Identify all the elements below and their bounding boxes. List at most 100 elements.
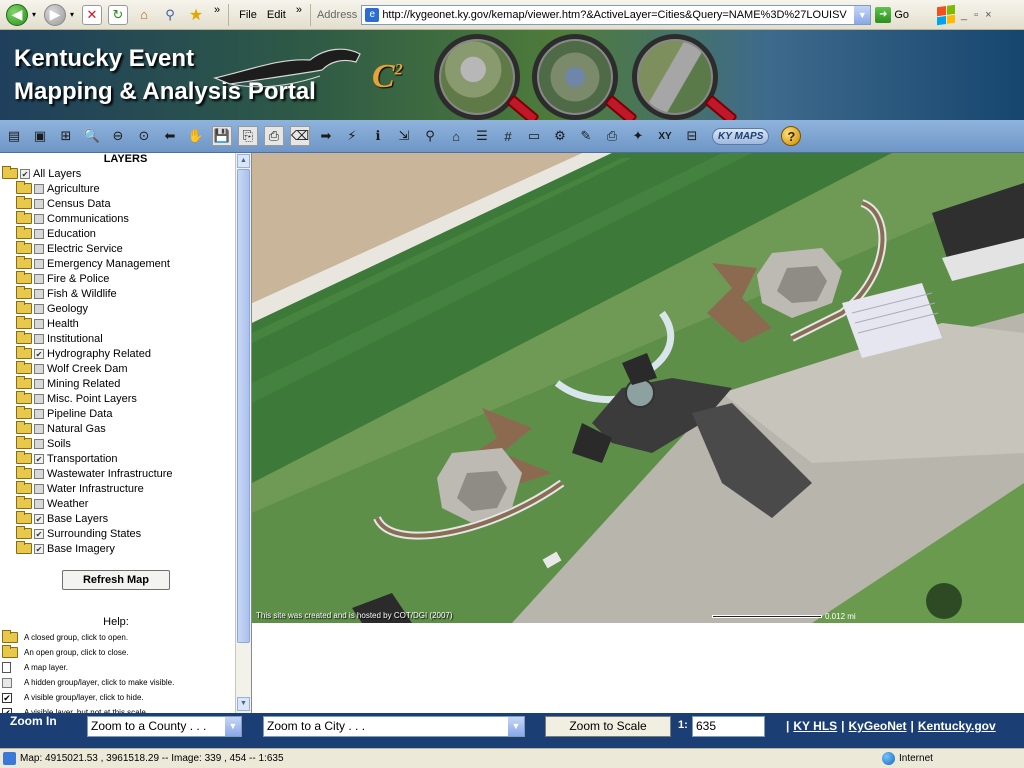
closed-folder-icon[interactable]: [16, 496, 32, 509]
hidden-checkbox[interactable]: [34, 423, 44, 434]
layer-row[interactable]: Electric Service: [0, 241, 173, 256]
visible-checkbox[interactable]: ✔: [34, 348, 44, 359]
layer-list-icon[interactable]: ▤: [4, 126, 24, 146]
closed-folder-icon[interactable]: [16, 256, 32, 269]
closed-folder-icon[interactable]: [16, 526, 32, 539]
favorites-star-icon[interactable]: ★: [186, 5, 206, 25]
hidden-checkbox[interactable]: [34, 393, 44, 404]
hidden-checkbox[interactable]: [34, 228, 44, 239]
refresh-icon[interactable]: ↻: [108, 4, 128, 25]
xy-coordinate-tool[interactable]: XY: [654, 126, 676, 146]
zoom-to-scale-button[interactable]: Zoom to Scale: [545, 716, 671, 737]
zoom-in-icon[interactable]: 🔍: [82, 126, 102, 146]
table-icon[interactable]: ⊟: [682, 126, 702, 146]
scroll-up-icon[interactable]: ▲: [237, 154, 250, 168]
closed-folder-icon[interactable]: [16, 211, 32, 224]
hidden-checkbox[interactable]: [34, 273, 44, 284]
closed-folder-icon[interactable]: [16, 421, 32, 434]
layer-row[interactable]: ✔ Base Imagery: [0, 541, 173, 556]
closed-folder-icon[interactable]: [16, 271, 32, 284]
menu-edit[interactable]: Edit: [267, 9, 286, 21]
visible-checkbox[interactable]: ✔: [20, 168, 30, 179]
scroll-thumb[interactable]: [237, 169, 250, 643]
window-controls[interactable]: _ ▫ ×: [961, 9, 994, 21]
closed-folder-icon[interactable]: [16, 241, 32, 254]
draw-icon[interactable]: ✎: [576, 126, 596, 146]
back-dropdown-icon[interactable]: ▾: [30, 5, 38, 25]
go-button[interactable]: ➜ Go: [875, 6, 909, 23]
ky-maps-button[interactable]: KY MAPS: [712, 127, 770, 145]
layer-row[interactable]: Soils: [0, 436, 173, 451]
zoom-out-icon[interactable]: ⊖: [108, 126, 128, 146]
layer-row[interactable]: Wastewater Infrastructure: [0, 466, 173, 481]
lightning-icon[interactable]: ⚡: [342, 126, 362, 146]
menu-chevron[interactable]: »: [296, 4, 302, 16]
chevron-down-icon[interactable]: ▼: [508, 717, 524, 736]
closed-folder-icon[interactable]: [16, 226, 32, 239]
layer-row[interactable]: Natural Gas: [0, 421, 173, 436]
legend-icon[interactable]: ▣: [30, 126, 50, 146]
print-preview-icon[interactable]: ⎙: [264, 126, 284, 146]
closed-folder-icon[interactable]: [16, 541, 32, 554]
binoculars-icon[interactable]: ⚲: [420, 126, 440, 146]
scroll-down-icon[interactable]: ▼: [237, 697, 250, 711]
layer-row[interactable]: ✔ Surrounding States: [0, 526, 173, 541]
city-select[interactable]: Zoom to a City . . . ▼: [263, 716, 525, 737]
hidden-checkbox[interactable]: [34, 438, 44, 449]
layer-row[interactable]: Misc. Point Layers: [0, 391, 173, 406]
home-icon[interactable]: ⌂: [134, 5, 154, 25]
closed-folder-icon[interactable]: [16, 376, 32, 389]
hidden-checkbox[interactable]: [34, 498, 44, 509]
layer-row[interactable]: Agriculture: [0, 181, 173, 196]
hidden-checkbox[interactable]: [34, 363, 44, 374]
grid-icon[interactable]: #: [498, 126, 518, 146]
hidden-checkbox[interactable]: [34, 318, 44, 329]
hidden-checkbox[interactable]: [34, 198, 44, 209]
layer-row[interactable]: ✔ Transportation: [0, 451, 173, 466]
open-folder-icon[interactable]: [2, 166, 18, 179]
save-icon[interactable]: 💾: [212, 126, 232, 146]
hidden-checkbox[interactable]: [34, 333, 44, 344]
forward-arrow-icon[interactable]: ➡: [316, 126, 336, 146]
closed-folder-icon[interactable]: [16, 196, 32, 209]
scale-input[interactable]: 635: [692, 716, 765, 737]
closed-folder-icon[interactable]: [16, 466, 32, 479]
stop-icon[interactable]: ✕: [82, 4, 102, 25]
layer-row[interactable]: Communications: [0, 211, 173, 226]
layer-row[interactable]: Emergency Management: [0, 256, 173, 271]
county-select[interactable]: Zoom to a County . . . ▼: [87, 716, 242, 737]
closed-folder-icon[interactable]: [16, 481, 32, 494]
forward-arrow-icon[interactable]: ▶: [44, 3, 66, 26]
chevron-down-icon[interactable]: ▼: [225, 717, 241, 736]
overview-icon[interactable]: ▭: [524, 126, 544, 146]
layer-row[interactable]: Pipeline Data: [0, 406, 173, 421]
closed-folder-icon[interactable]: [16, 451, 32, 464]
layer-row[interactable]: Institutional: [0, 331, 173, 346]
layer-row[interactable]: ✔ All Layers: [0, 166, 173, 181]
layer-row[interactable]: ✔ Hydrography Related: [0, 346, 173, 361]
layers-scrollbar[interactable]: ▲ ▼: [235, 153, 251, 713]
layer-row[interactable]: Fish & Wildlife: [0, 286, 173, 301]
closed-folder-icon[interactable]: [16, 286, 32, 299]
layer-row[interactable]: Geology: [0, 301, 173, 316]
back-arrow-icon[interactable]: ⬅: [160, 126, 180, 146]
address-dropdown-icon[interactable]: ▼: [854, 5, 871, 24]
closed-folder-icon[interactable]: [16, 511, 32, 524]
print-icon[interactable]: ⎙: [602, 126, 622, 146]
link-kentucky-gov[interactable]: Kentucky.gov: [918, 719, 996, 733]
zoom-full-icon[interactable]: ⊞: [56, 126, 76, 146]
closed-folder-icon[interactable]: [16, 346, 32, 359]
layer-row[interactable]: Weather: [0, 496, 173, 511]
back-arrow-icon[interactable]: ◀: [6, 3, 28, 26]
address-bar[interactable]: e http://kygeonet.ky.gov/kemap/viewer.ht…: [361, 4, 872, 25]
layer-row[interactable]: ✔ Base Layers: [0, 511, 173, 526]
layer-row[interactable]: Mining Related: [0, 376, 173, 391]
closed-folder-icon[interactable]: [16, 406, 32, 419]
hidden-checkbox[interactable]: [34, 468, 44, 479]
forward-dropdown-icon[interactable]: ▾: [68, 5, 76, 25]
pan-hand-icon[interactable]: ✋: [186, 126, 206, 146]
copy-icon[interactable]: ⎘: [238, 126, 258, 146]
layer-row[interactable]: Health: [0, 316, 173, 331]
hidden-checkbox[interactable]: [34, 408, 44, 419]
closed-folder-icon[interactable]: [16, 331, 32, 344]
